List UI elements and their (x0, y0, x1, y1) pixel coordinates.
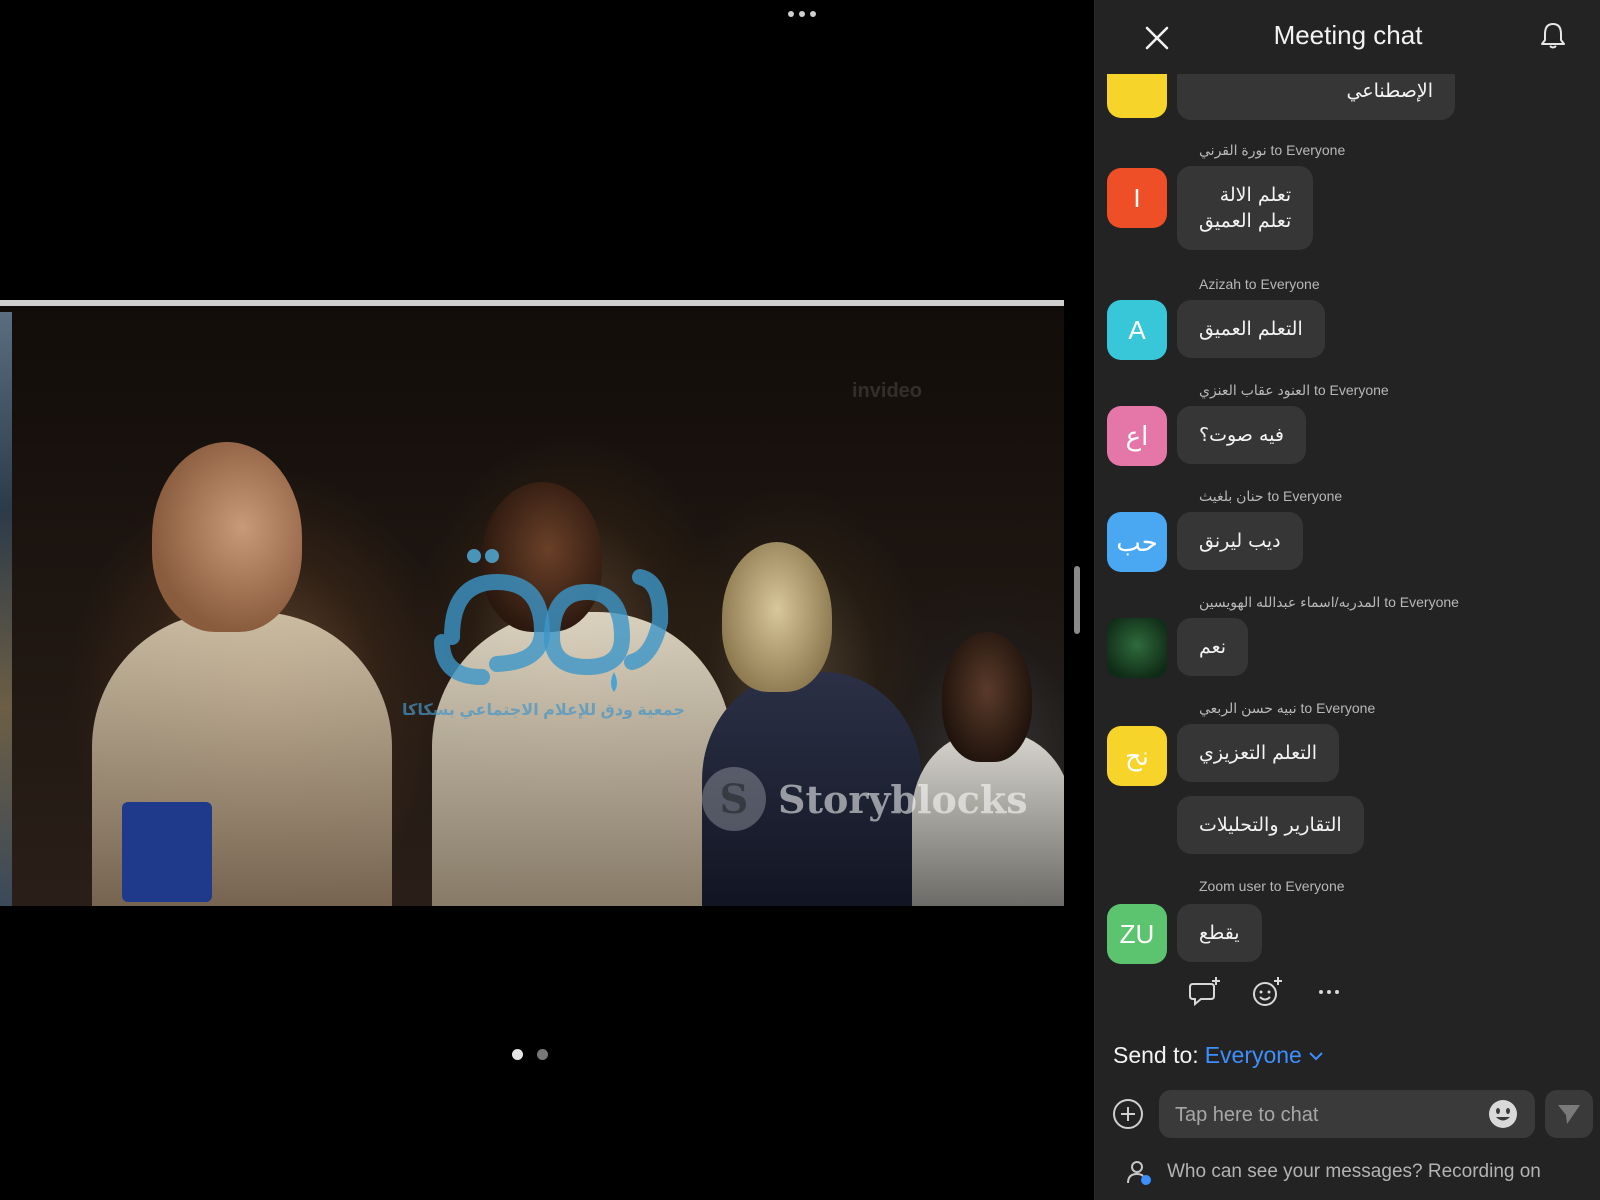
avatar-initials: نح (1124, 740, 1150, 771)
send-to-row: Send to: Everyone (1113, 1042, 1324, 1069)
message-bubble[interactable]: الإصطناعي (1177, 74, 1455, 120)
message-sender: نورة القرني to Everyone (1199, 142, 1346, 158)
message-sender: نبيه حسن الربعي to Everyone (1199, 700, 1376, 716)
bell-icon[interactable] (1535, 18, 1571, 54)
chat-header: Meeting chat (1095, 0, 1600, 74)
avatar-initials: I (1133, 182, 1141, 213)
thumbnail-strip (0, 312, 12, 906)
video-area: invideo جمعية ودق للإعلام الاجتماعي بسكا… (0, 0, 1064, 1200)
reply-icon[interactable] (1187, 974, 1223, 1010)
chat-title: Meeting chat (1273, 20, 1423, 50)
message-bubble[interactable]: نعم (1177, 618, 1249, 676)
message-text: التعلم التعزيزي (1199, 742, 1318, 764)
faint-watermark: invideo (852, 380, 923, 402)
plus-circle-icon[interactable] (1111, 1097, 1145, 1131)
message-text: تعلم العميق (1199, 210, 1292, 232)
message-text: التقارير والتحليلات (1199, 814, 1342, 836)
avatar: حب (1107, 512, 1167, 572)
add-reaction-icon[interactable] (1249, 974, 1285, 1010)
privacy-text: Who can see your messages? Recording on (1167, 1161, 1541, 1182)
more-icon[interactable] (1311, 974, 1347, 1010)
message-sender: حنان بلغيث to Everyone (1199, 488, 1343, 504)
audience-member (152, 442, 302, 632)
dot (799, 11, 805, 17)
theater-seat (122, 802, 212, 902)
page-dot-1[interactable] (512, 1049, 523, 1060)
more-options-button[interactable] (782, 6, 822, 22)
profile-picture (1107, 618, 1167, 678)
dot (810, 11, 816, 17)
avatar: نح (1107, 726, 1167, 786)
storyblocks-watermark: S Storyblocks (702, 767, 1028, 831)
chevron-down-icon (1309, 1051, 1323, 1060)
message-text: ديب ليرنق (1199, 530, 1281, 552)
message-bubble[interactable]: تعلم الالة تعلم العميق (1177, 166, 1314, 250)
message-bubble[interactable]: التقارير والتحليلات (1177, 796, 1364, 854)
watermark-subtitle: جمعية ودق للإعلام الاجتماعي بسكاكا (402, 702, 685, 719)
send-to-label: Send to: (1113, 1042, 1199, 1068)
shared-screen: invideo جمعية ودق للإعلام الاجتماعي بسكا… (0, 300, 1064, 906)
avatar-initials: اع (1125, 420, 1149, 451)
message-text: التعلم العميق (1199, 318, 1303, 340)
emoji-icon[interactable] (1487, 1098, 1519, 1130)
send-icon (1558, 1105, 1580, 1124)
message-sender: Azizah to Everyone (1199, 276, 1320, 292)
page-dot-2[interactable] (537, 1049, 548, 1060)
message-bubble[interactable]: ديب ليرنق (1177, 512, 1303, 570)
recipient-selector[interactable]: Everyone (1205, 1042, 1324, 1069)
message-list[interactable]: الإصطناعي نورة القرني to Everyone I تعلم… (1095, 74, 1600, 1010)
chat-panel: Meeting chat الإصطناعي نورة القرني to Ev… (1094, 0, 1600, 1200)
split-view-handle[interactable] (1074, 566, 1080, 634)
message-text: الإصطناعي (1346, 80, 1433, 102)
message-text: يقطع (1199, 922, 1240, 944)
recipient-value: Everyone (1204, 1042, 1302, 1068)
privacy-notice[interactable]: Who can see your messages? Recording on (1125, 1158, 1541, 1186)
message-actions (1187, 974, 1347, 1010)
person-lock-icon (1127, 1161, 1151, 1185)
message-bubble[interactable]: فيه صوت؟ (1177, 406, 1306, 464)
chat-input-box[interactable] (1159, 1090, 1535, 1140)
audience-member (942, 632, 1032, 762)
message-sender: Zoom user to Everyone (1199, 878, 1345, 894)
avatar: I (1107, 168, 1167, 228)
video-frame: invideo جمعية ودق للإعلام الاجتماعي بسكا… (12, 312, 1064, 906)
avatar-initials: حب (1116, 526, 1158, 557)
message-bubble[interactable]: التعلم التعزيزي (1177, 724, 1340, 782)
message-text: تعلم الالة (1219, 184, 1292, 206)
message-sender: المدربه/اسماء عبدالله الهويسين to Everyo… (1199, 594, 1459, 610)
page-indicator[interactable] (512, 1049, 548, 1060)
message-bubble[interactable]: يقطع (1177, 904, 1262, 962)
avatar-initials: ZU (1119, 918, 1155, 949)
send-button[interactable] (1545, 1090, 1593, 1138)
avatar: ZU (1107, 904, 1167, 964)
chat-input[interactable] (1159, 1090, 1477, 1140)
avatar (1107, 74, 1167, 118)
message-sender: العنود عقاب العنزي to Everyone (1199, 382, 1389, 398)
avatar: اع (1107, 406, 1167, 466)
message-bubble[interactable]: التعلم العميق (1177, 300, 1325, 358)
storyblocks-icon: S (702, 767, 766, 831)
message-text: فيه صوت؟ (1199, 424, 1284, 446)
audience-member (722, 542, 832, 692)
wadq-logo (434, 549, 669, 692)
storyblocks-label: Storyblocks (778, 776, 1028, 822)
dot (788, 11, 794, 17)
avatar: A (1107, 300, 1167, 360)
avatar-initials: A (1128, 314, 1146, 345)
message-text: نعم (1199, 636, 1227, 658)
